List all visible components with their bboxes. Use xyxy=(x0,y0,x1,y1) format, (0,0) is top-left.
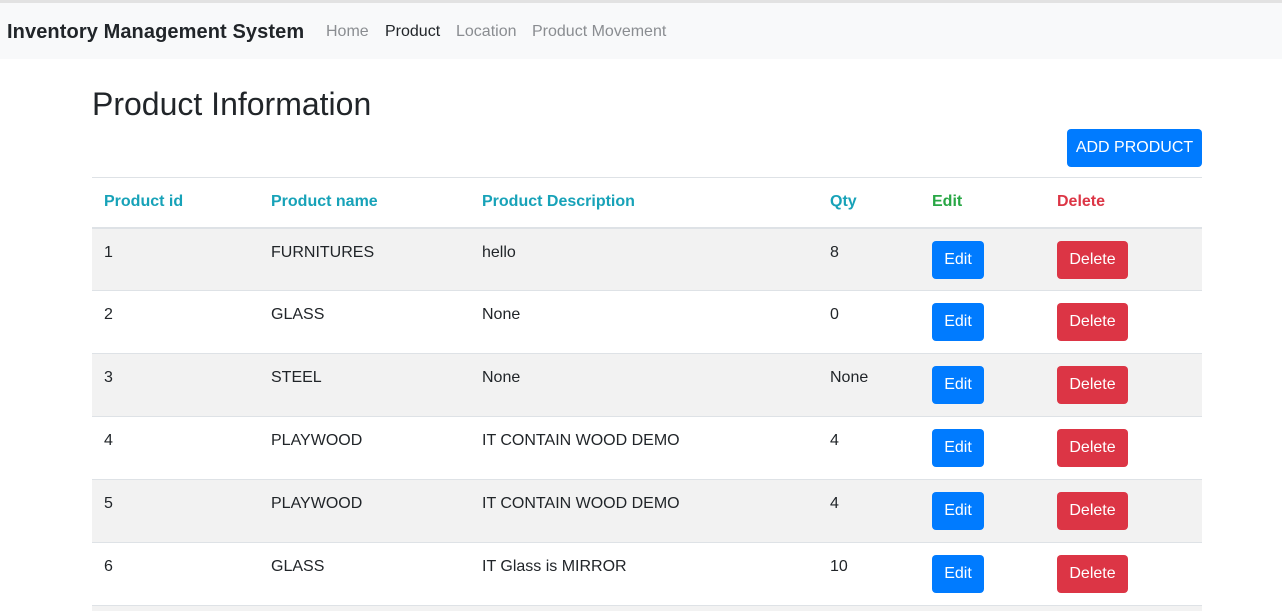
delete-button[interactable]: Delete xyxy=(1057,303,1128,341)
cell-product-name: PLAYWOOD xyxy=(271,495,363,512)
table-row: 1 FURNITURES hello 8 Edit Delete xyxy=(92,227,1202,291)
cell-qty: 10 xyxy=(830,558,848,575)
delete-button[interactable]: Delete xyxy=(1057,492,1128,530)
cell-product-description: None xyxy=(482,369,521,386)
delete-button[interactable]: Delete xyxy=(1057,429,1128,467)
table-body: 1 FURNITURES hello 8 Edit Delete 2 GLASS… xyxy=(92,227,1202,606)
cell-qty: 4 xyxy=(830,432,839,449)
cell-product-id: 3 xyxy=(104,369,113,386)
product-table: Product id Product name Product Descript… xyxy=(92,177,1202,606)
delete-button[interactable]: Delete xyxy=(1057,240,1128,279)
nav-link-home[interactable]: Home xyxy=(326,23,369,41)
header-delete: Delete xyxy=(1057,193,1106,211)
edit-button[interactable]: Edit xyxy=(932,555,984,593)
cell-product-name: PLAYWOOD xyxy=(271,432,363,449)
product-table-container: Product id Product name Product Descript… xyxy=(92,177,1202,606)
table-header-row: Product id Product name Product Descript… xyxy=(92,177,1202,228)
cell-product-description: None xyxy=(482,306,521,323)
table-row: 4 PLAYWOOD IT CONTAIN WOOD DEMO 4 Edit D… xyxy=(92,416,1202,480)
cell-product-id: 6 xyxy=(104,558,113,575)
nav-link-product-movement[interactable]: Product Movement xyxy=(532,23,666,41)
edit-button[interactable]: Edit xyxy=(932,492,984,530)
cell-product-name: FURNITURES xyxy=(271,243,375,261)
nav-link-location[interactable]: Location xyxy=(456,23,517,41)
header-edit: Edit xyxy=(932,193,963,211)
cell-qty: None xyxy=(830,369,869,386)
edit-button[interactable]: Edit xyxy=(932,429,984,467)
cell-product-name: GLASS xyxy=(271,558,325,575)
header-product-id: Product id xyxy=(104,193,184,211)
cell-qty: 4 xyxy=(830,495,839,512)
header-product-description: Product Description xyxy=(482,193,635,211)
navbar-brand[interactable]: Inventory Management System xyxy=(7,21,304,44)
cell-product-name: STEEL xyxy=(271,369,322,386)
nav-link-product[interactable]: Product xyxy=(385,23,440,41)
table-row: 3 STEEL None None Edit Delete xyxy=(92,353,1202,417)
edit-button[interactable]: Edit xyxy=(932,366,984,404)
delete-button[interactable]: Delete xyxy=(1057,366,1128,404)
table-row: 2 GLASS None 0 Edit Delete xyxy=(92,290,1202,354)
add-product-button[interactable]: ADD PRODUCT xyxy=(1067,129,1202,167)
edit-button[interactable]: Edit xyxy=(932,240,984,279)
cell-product-id: 5 xyxy=(104,495,113,512)
cell-qty: 8 xyxy=(830,243,839,261)
cell-product-description: IT CONTAIN WOOD DEMO xyxy=(482,432,680,449)
navbar: Inventory Management System Home Product… xyxy=(0,3,1282,59)
cell-product-id: 1 xyxy=(104,243,113,261)
cell-product-description: hello xyxy=(482,243,516,261)
cell-product-id: 2 xyxy=(104,306,113,323)
table-row: 6 GLASS IT Glass is MIRROR 10 Edit Delet… xyxy=(92,542,1202,606)
header-product-name: Product name xyxy=(271,193,378,211)
table-row-partial xyxy=(92,605,1202,611)
header-qty: Qty xyxy=(830,193,857,211)
cell-product-id: 4 xyxy=(104,432,113,449)
cell-product-name: GLASS xyxy=(271,306,325,323)
table-row: 5 PLAYWOOD IT CONTAIN WOOD DEMO 4 Edit D… xyxy=(92,479,1202,543)
cell-qty: 0 xyxy=(830,306,839,323)
cell-product-description: IT Glass is MIRROR xyxy=(482,558,627,575)
edit-button[interactable]: Edit xyxy=(932,303,984,341)
delete-button[interactable]: Delete xyxy=(1057,555,1128,593)
page-title: Product Information xyxy=(92,86,372,122)
cell-product-description: IT CONTAIN WOOD DEMO xyxy=(482,495,680,512)
